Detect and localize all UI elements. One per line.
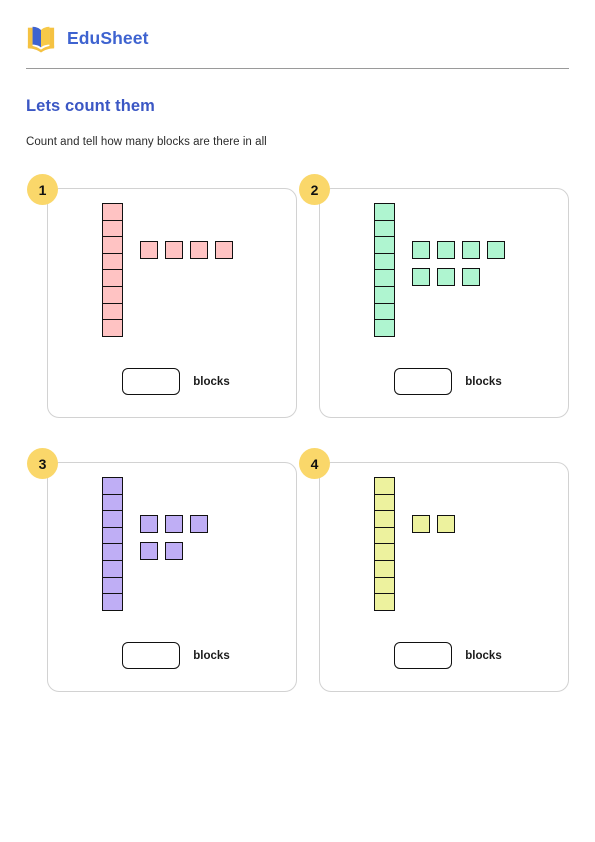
block-cube [412,241,430,259]
card-number-badge: 1 [27,174,58,205]
exercise-grid: 1 blocks 2 blocks 3 blocks 4 blocks [26,174,569,692]
block-cube [140,515,158,533]
loose-blocks [140,241,233,268]
block-cube [374,526,395,545]
exercise-card: 2 blocks [299,174,569,418]
loose-block-row [412,268,505,286]
open-book-icon [27,26,55,53]
answer-row: blocks [48,368,296,395]
block-cube [102,236,123,255]
block-cube [165,542,183,560]
block-cube [102,510,123,529]
block-cube [190,241,208,259]
instruction-text: Count and tell how many blocks are there… [26,136,267,148]
block-cube [102,477,123,495]
block-cube [102,576,123,595]
loose-block-row [140,542,208,560]
block-cube [374,543,395,562]
block-cube [374,286,395,305]
loose-block-row [412,515,455,533]
answer-input[interactable] [122,368,181,395]
block-cube [102,543,123,562]
block-cube [374,510,395,529]
block-cube [462,268,480,286]
block-cube [102,526,123,545]
card-number-badge: 4 [299,448,330,479]
blocks-illustration [48,203,296,363]
blocks-illustration [48,477,296,637]
card-number-badge: 3 [27,448,58,479]
answer-input[interactable] [394,368,453,395]
exercise-card: 1 blocks [27,174,297,418]
block-cube [437,241,455,259]
block-cube [140,241,158,259]
brand-header: EduSheet [26,0,569,62]
block-cube [462,241,480,259]
header-divider [26,68,569,69]
block-cube [165,241,183,259]
block-cube [102,319,123,338]
worksheet-page: EduSheet Lets count them Count and tell … [0,0,595,842]
answer-unit-label: blocks [193,375,230,388]
block-cube [374,269,395,288]
blocks-illustration [320,203,568,363]
card-number-badge: 2 [299,174,330,205]
answer-unit-label: blocks [465,649,502,662]
answer-unit-label: blocks [193,649,230,662]
block-cube [102,560,123,579]
block-cube [215,241,233,259]
block-tower [102,203,123,338]
block-cube [374,593,395,612]
brand-name: EduSheet [67,27,149,48]
block-cube [374,493,395,512]
page-title: Lets count them [26,97,155,115]
block-cube [165,515,183,533]
block-cube [102,302,123,321]
exercise-card: 4 blocks [299,448,569,692]
block-cube [190,515,208,533]
block-cube [374,477,395,495]
block-cube [102,219,123,238]
block-cube [437,515,455,533]
block-cube [412,268,430,286]
loose-blocks [412,515,455,542]
block-cube [374,219,395,238]
block-cube [412,515,430,533]
loose-blocks [140,515,208,569]
answer-row: blocks [320,642,568,669]
block-cube [102,269,123,288]
block-cube [374,560,395,579]
block-cube [374,252,395,271]
block-tower [102,477,123,612]
block-cube [374,319,395,338]
block-cube [487,241,505,259]
blocks-illustration [320,477,568,637]
block-cube [374,576,395,595]
loose-block-row [412,241,505,259]
loose-blocks [412,241,505,295]
loose-block-row [140,241,233,259]
block-cube [374,302,395,321]
block-tower [374,477,395,612]
answer-input[interactable] [394,642,453,669]
block-cube [102,593,123,612]
exercise-card: 3 blocks [27,448,297,692]
block-cube [374,203,395,221]
answer-input[interactable] [122,642,181,669]
block-cube [102,203,123,221]
answer-unit-label: blocks [465,375,502,388]
block-cube [437,268,455,286]
block-cube [102,493,123,512]
block-cube [102,252,123,271]
answer-row: blocks [320,368,568,395]
answer-row: blocks [48,642,296,669]
block-cube [102,286,123,305]
loose-block-row [140,515,208,533]
block-cube [374,236,395,255]
block-tower [374,203,395,338]
block-cube [140,542,158,560]
